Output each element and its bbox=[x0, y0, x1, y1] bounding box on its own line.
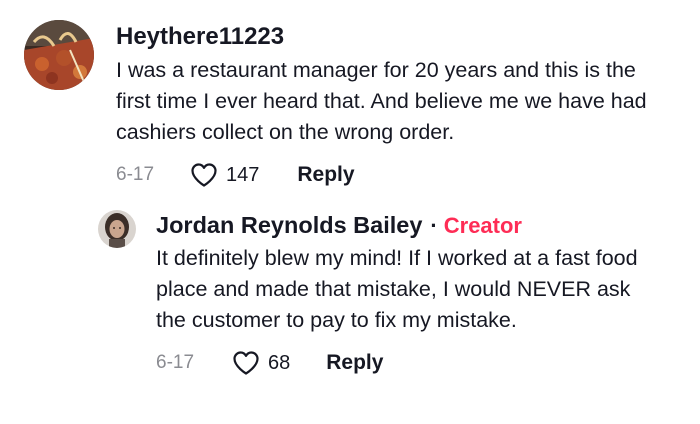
heart-icon[interactable] bbox=[232, 350, 260, 376]
creator-avatar[interactable] bbox=[98, 210, 136, 248]
heart-icon[interactable] bbox=[190, 162, 218, 188]
comment-body: Heythere11223 I was a restaurant manager… bbox=[116, 20, 684, 190]
creator-username[interactable]: Jordan Reynolds Bailey bbox=[156, 210, 422, 240]
reply-body: Jordan Reynolds Bailey · Creator It defi… bbox=[156, 208, 688, 378]
reply-username-row: Jordan Reynolds Bailey · Creator bbox=[156, 208, 688, 240]
person-avatar-icon bbox=[98, 210, 136, 248]
reply-date: 6-17 bbox=[156, 352, 195, 373]
username-row: Heythere11223 bbox=[116, 20, 684, 52]
separator-dot: · bbox=[430, 213, 438, 238]
username[interactable]: Heythere11223 bbox=[116, 22, 284, 52]
pizza-avatar-icon bbox=[24, 20, 94, 90]
like-count: 147 bbox=[226, 163, 260, 186]
reply-like-button[interactable]: 68 bbox=[232, 350, 290, 376]
user-avatar[interactable] bbox=[24, 20, 94, 90]
reply-text: It definitely blew my mind! If I worked … bbox=[156, 246, 638, 332]
reply-meta: 6-17 68 Reply bbox=[156, 348, 688, 378]
reply-reply-button[interactable]: Reply bbox=[326, 351, 383, 375]
comment-item: Heythere11223 I was a restaurant manager… bbox=[24, 20, 684, 190]
comment-text: I was a restaurant manager for 20 years … bbox=[116, 58, 647, 144]
creator-badge: Creator bbox=[443, 213, 522, 238]
reply-item: Jordan Reynolds Bailey · Creator It defi… bbox=[98, 208, 688, 378]
reply-button[interactable]: Reply bbox=[297, 163, 354, 187]
like-button[interactable]: 147 bbox=[190, 162, 259, 188]
reply-like-count: 68 bbox=[268, 351, 291, 374]
comment-meta: 6-17 147 Reply bbox=[116, 160, 684, 190]
comment-date: 6-17 bbox=[116, 164, 155, 185]
